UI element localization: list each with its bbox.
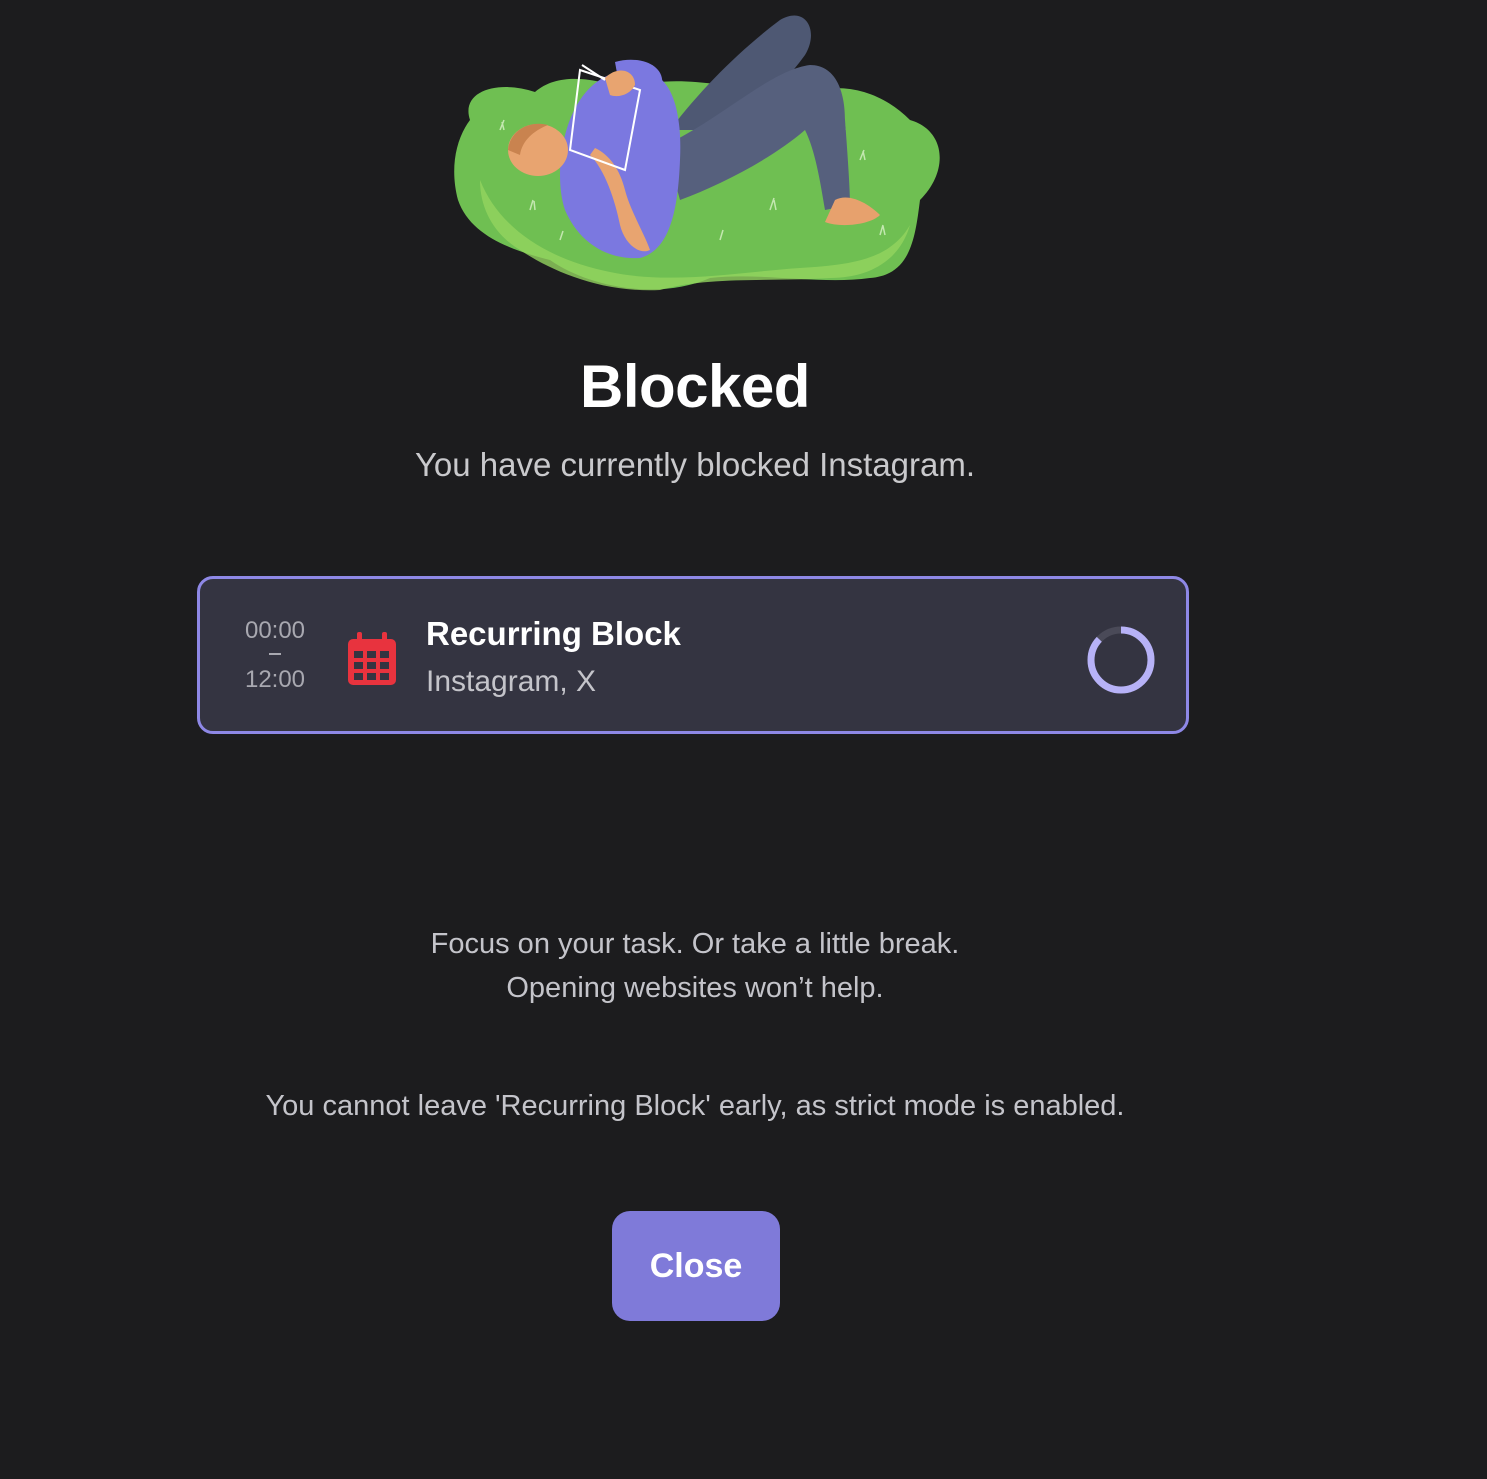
focus-message-line-1: Focus on your task. Or take a little bre…	[430, 928, 960, 960]
block-session-card[interactable]: 00:00 12:00 Recurring Block Instagram, X	[197, 576, 1189, 734]
focus-message: Focus on your task. Or take a little bre…	[0, 922, 1390, 1010]
time-separator	[269, 653, 281, 655]
person-resting-on-grass-illustration	[454, 15, 940, 291]
blocked-sites-list: Instagram, X	[426, 665, 597, 698]
blocked-page: Blocked You have currently blocked Insta…	[0, 0, 1487, 1479]
block-end-time: 12:00	[244, 666, 306, 693]
block-progress-ring	[1087, 626, 1155, 694]
block-title: Recurring Block	[426, 615, 681, 652]
strict-mode-notice: You cannot leave 'Recurring Block' early…	[265, 1090, 1125, 1122]
page-title: Blocked	[580, 353, 810, 420]
block-start-time: 00:00	[244, 617, 306, 644]
page-subtitle: You have currently blocked Instagram.	[414, 446, 976, 483]
close-button[interactable]: Close	[612, 1211, 780, 1321]
focus-message-line-2: Opening websites won’t help.	[506, 972, 884, 1004]
calendar-icon	[348, 632, 396, 685]
block-time-range: 00:00 12:00	[230, 619, 320, 692]
